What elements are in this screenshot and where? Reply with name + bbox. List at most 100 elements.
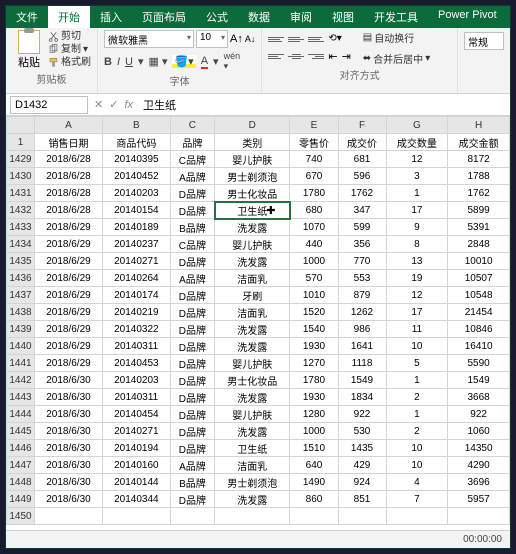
cell[interactable]: 1490 <box>290 474 338 491</box>
cell[interactable]: 牙刷 <box>215 287 290 304</box>
cell[interactable]: 20140264 <box>102 270 170 287</box>
cell[interactable]: 2018/6/30 <box>35 491 103 508</box>
cell[interactable]: 4 <box>386 474 448 491</box>
select-all-corner[interactable] <box>7 117 35 134</box>
cell[interactable]: 20140322 <box>102 321 170 338</box>
cell[interactable]: 1930 <box>290 389 338 406</box>
cell[interactable]: 599 <box>338 219 386 236</box>
align-left-icon[interactable] <box>268 50 284 64</box>
cell[interactable]: 20140144 <box>102 474 170 491</box>
font-color-button[interactable]: A <box>201 55 208 69</box>
cell[interactable]: 10010 <box>448 253 510 270</box>
orientation-button[interactable]: ⟲▾ <box>328 33 341 47</box>
row-header[interactable]: 1 <box>7 134 35 151</box>
cell[interactable]: 洗发露 <box>215 321 290 338</box>
cell[interactable]: D品牌 <box>170 355 214 372</box>
align-top-icon[interactable] <box>268 33 284 47</box>
cell[interactable]: 596 <box>338 168 386 185</box>
cell[interactable]: D品牌 <box>170 440 214 457</box>
cell[interactable]: 5391 <box>448 219 510 236</box>
cell[interactable]: 2018/6/30 <box>35 389 103 406</box>
cell[interactable]: 20140174 <box>102 287 170 304</box>
cell[interactable]: 640 <box>290 457 338 474</box>
cell[interactable]: 10846 <box>448 321 510 338</box>
cell[interactable]: 洁面乳 <box>215 304 290 321</box>
tab-视图[interactable]: 视图 <box>322 6 364 28</box>
cell[interactable]: 1070 <box>290 219 338 236</box>
cell[interactable]: 12 <box>386 287 448 304</box>
row-header[interactable]: 1430 <box>7 168 35 185</box>
cell[interactable]: 男士化妆品 <box>215 372 290 389</box>
cell[interactable]: 924 <box>338 474 386 491</box>
tab-插入[interactable]: 插入 <box>90 6 132 28</box>
worksheet-grid[interactable]: ABCDEFGH1销售日期商品代码品牌类别零售价成交价成交数量成交金额14292… <box>6 116 510 530</box>
cell[interactable]: 19 <box>386 270 448 287</box>
col-header[interactable]: G <box>386 117 448 134</box>
cell[interactable]: 1 <box>386 185 448 202</box>
header-cell[interactable]: 类别 <box>215 134 290 151</box>
cell[interactable]: 851 <box>338 491 386 508</box>
row-header[interactable]: 1448 <box>7 474 35 491</box>
cell[interactable]: 7 <box>386 491 448 508</box>
cell[interactable]: 2018/6/29 <box>35 321 103 338</box>
cut-button[interactable]: 剪切 <box>48 30 91 43</box>
cell[interactable]: 2018/6/30 <box>35 457 103 474</box>
cell[interactable]: 570 <box>290 270 338 287</box>
merge-center-button[interactable]: ⬌ 合并后居中 ▾ <box>363 51 430 66</box>
row-header[interactable]: 1447 <box>7 457 35 474</box>
cell[interactable]: 2 <box>386 389 448 406</box>
cell[interactable]: 20140189 <box>102 219 170 236</box>
cell[interactable]: 10548 <box>448 287 510 304</box>
increase-font-icon[interactable]: A↑ <box>230 33 243 45</box>
increase-indent-icon[interactable]: ⇥ <box>342 50 351 64</box>
cell[interactable]: 530 <box>338 423 386 440</box>
cell[interactable]: 2 <box>386 423 448 440</box>
cell[interactable]: 2018/6/29 <box>35 219 103 236</box>
cell[interactable]: 1780 <box>290 185 338 202</box>
cell[interactable]: 20140203 <box>102 185 170 202</box>
cell[interactable]: 婴儿护肤 <box>215 406 290 423</box>
row-header[interactable]: 1433 <box>7 219 35 236</box>
cell[interactable]: 20140344 <box>102 491 170 508</box>
cell[interactable] <box>338 508 386 525</box>
cell[interactable]: 婴儿护肤 <box>215 151 290 168</box>
bold-button[interactable]: B <box>104 56 112 68</box>
cell[interactable]: 20140395 <box>102 151 170 168</box>
tab-审阅[interactable]: 审阅 <box>280 6 322 28</box>
number-format-combo[interactable]: 常规 <box>464 32 504 50</box>
cell[interactable]: 1549 <box>448 372 510 389</box>
cell[interactable]: 5 <box>386 355 448 372</box>
tab-开始[interactable]: 开始 <box>48 6 90 28</box>
cell[interactable]: 1641 <box>338 338 386 355</box>
cell[interactable]: 20140311 <box>102 338 170 355</box>
row-header[interactable]: 1434 <box>7 236 35 253</box>
copy-button[interactable]: 复制 ▾ <box>48 43 91 56</box>
cell[interactable]: 洗发露 <box>215 219 290 236</box>
col-header[interactable]: A <box>35 117 103 134</box>
tab-页面布局[interactable]: 页面布局 <box>132 6 196 28</box>
enter-icon[interactable]: ✓ <box>109 98 118 111</box>
cell[interactable]: 20140454 <box>102 406 170 423</box>
cell[interactable]: 9 <box>386 219 448 236</box>
cell[interactable]: D品牌 <box>170 253 214 270</box>
font-name-combo[interactable]: 微软雅黑 <box>104 30 194 48</box>
cell[interactable]: 2018/6/30 <box>35 474 103 491</box>
cell[interactable]: 男士剃须泡 <box>215 168 290 185</box>
cell[interactable]: 4290 <box>448 457 510 474</box>
cell[interactable]: 10 <box>386 440 448 457</box>
cell[interactable] <box>448 508 510 525</box>
formula-input[interactable] <box>139 97 510 113</box>
cell[interactable]: 2018/6/29 <box>35 355 103 372</box>
cell[interactable]: 20140219 <box>102 304 170 321</box>
underline-button[interactable]: U <box>125 56 133 68</box>
cell[interactable]: 3668 <box>448 389 510 406</box>
header-cell[interactable]: 品牌 <box>170 134 214 151</box>
cell[interactable]: 1435 <box>338 440 386 457</box>
row-header[interactable]: 1439 <box>7 321 35 338</box>
row-header[interactable]: 1446 <box>7 440 35 457</box>
row-header[interactable]: 1443 <box>7 389 35 406</box>
cell[interactable]: 20140271 <box>102 423 170 440</box>
cell[interactable]: 1762 <box>448 185 510 202</box>
cell[interactable]: 1118 <box>338 355 386 372</box>
cell[interactable]: 922 <box>338 406 386 423</box>
